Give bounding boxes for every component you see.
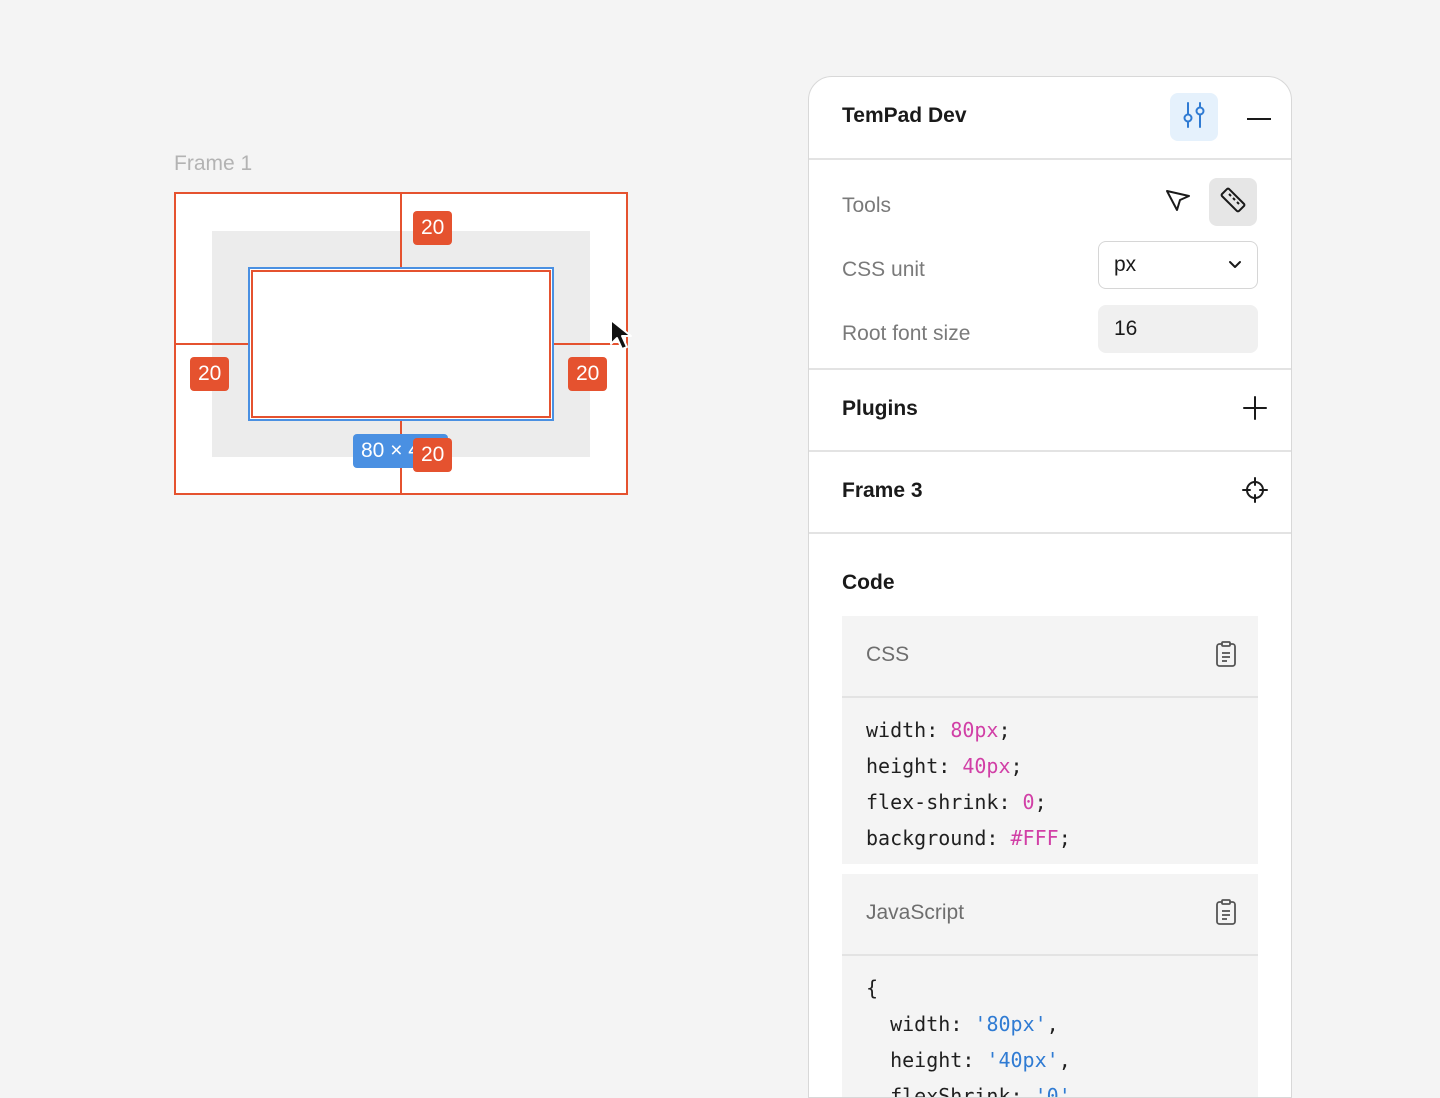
tools-label: Tools xyxy=(842,194,892,217)
settings-section: Tools CSS unit px Root font size 16 xyxy=(809,160,1291,370)
tempad-dev-panel: TemPad Dev Tools CSS unit px Root font s… xyxy=(808,76,1292,1098)
select-tool-button[interactable] xyxy=(1154,178,1202,226)
plugins-title: Plugins xyxy=(842,397,918,420)
panel-header[interactable]: TemPad Dev xyxy=(809,77,1291,160)
css-code-line: background: #FFF; xyxy=(866,826,1071,850)
code-title: Code xyxy=(842,571,895,594)
locate-selection-button[interactable] xyxy=(1235,472,1275,512)
root-font-size-input[interactable]: 16 xyxy=(1098,305,1258,353)
js-code-block: JavaScript { width: '80px', height: '40p… xyxy=(842,874,1258,1098)
plus-icon xyxy=(1242,395,1268,426)
frame-label[interactable]: Frame 1 xyxy=(174,152,252,176)
clipboard-icon xyxy=(1214,898,1238,931)
pointer-icon xyxy=(1163,185,1193,220)
selection-section: Frame 3 xyxy=(809,452,1291,534)
js-code-header: JavaScript xyxy=(842,874,1258,956)
frame-3-selection[interactable] xyxy=(248,267,554,421)
spacing-badge-bottom: 20 xyxy=(413,438,453,472)
code-section: Code CSS width: 80px; height: 40px; flex… xyxy=(809,534,1291,1097)
sliders-icon xyxy=(1181,101,1207,134)
panel-title: TemPad Dev xyxy=(842,104,967,127)
measure-tool-button[interactable] xyxy=(1209,178,1257,226)
copy-js-button[interactable] xyxy=(1212,898,1240,931)
js-code-line: flexShrink: '0', xyxy=(890,1084,1083,1098)
add-plugin-button[interactable] xyxy=(1235,390,1275,430)
css-code-block: CSS width: 80px; height: 40px; flex-shrink… xyxy=(842,616,1258,864)
css-unit-value: px xyxy=(1114,253,1137,276)
clipboard-icon xyxy=(1214,640,1238,673)
js-code-content[interactable]: { width: '80px', height: '40px', flexShr… xyxy=(842,956,1258,1098)
minimize-button[interactable] xyxy=(1235,93,1283,141)
js-code-line: width: '80px', xyxy=(890,1012,1059,1036)
css-unit-label: CSS unit xyxy=(842,258,925,281)
spacing-badge-right: 20 xyxy=(568,357,608,391)
copy-css-button[interactable] xyxy=(1212,640,1240,673)
spacing-badge-left: 20 xyxy=(190,357,230,391)
selection-title: Frame 3 xyxy=(842,479,923,502)
ruler-icon xyxy=(1218,185,1248,220)
chevron-down-icon xyxy=(1227,256,1243,277)
minus-icon xyxy=(1246,108,1272,126)
crosshair-icon xyxy=(1242,476,1268,508)
css-code-header: CSS xyxy=(842,616,1258,698)
css-code-content[interactable]: width: 80px; height: 40px; flex-shrink: 0;… xyxy=(842,698,1258,864)
spacing-badge-top: 20 xyxy=(413,211,453,245)
preferences-button[interactable] xyxy=(1170,93,1218,141)
plugins-section: Plugins xyxy=(809,370,1291,452)
js-code-label: JavaScript xyxy=(866,901,965,924)
css-code-line: width: 80px; xyxy=(866,718,1011,742)
root-font-size-value: 16 xyxy=(1114,317,1138,340)
css-code-line: height: 40px; xyxy=(866,754,1023,778)
css-code-label: CSS xyxy=(866,643,910,666)
js-code-line: { xyxy=(866,976,879,1000)
root-font-size-label: Root font size xyxy=(842,322,971,345)
js-code-line: height: '40px', xyxy=(890,1048,1071,1072)
mouse-cursor-icon xyxy=(608,318,638,357)
css-unit-select[interactable]: px xyxy=(1098,241,1258,289)
css-code-line: flex-shrink: 0; xyxy=(866,790,1047,814)
